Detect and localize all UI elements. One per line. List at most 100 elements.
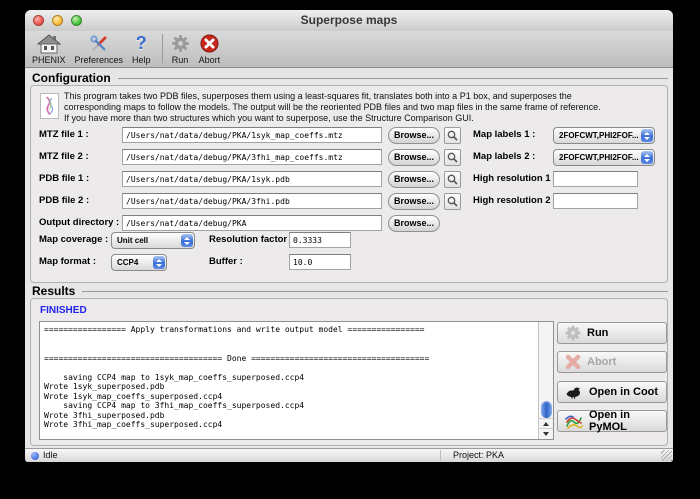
run-button-label: Run xyxy=(587,327,608,339)
statusbar: Idle Project: PKA xyxy=(25,448,673,462)
scrollbar-thumb[interactable] xyxy=(541,401,552,418)
pdb-file-2-row: PDB file 2 : Browse... High resolution 2… xyxy=(31,193,667,211)
configuration-divider xyxy=(118,78,668,79)
output-directory-label: Output directory : xyxy=(39,215,119,231)
toolbar-abort-button[interactable]: Abort xyxy=(199,33,221,65)
coot-bird-icon xyxy=(565,386,583,399)
open-in-coot-button[interactable]: Open in Coot xyxy=(557,381,667,403)
console-scrollbar[interactable] xyxy=(538,322,553,439)
run-gear-icon xyxy=(565,325,581,341)
project-label: Project: PKA xyxy=(453,450,504,460)
mtz-file-1-row: MTZ file 1 : Browse... Map labels 1 : 2F… xyxy=(31,127,667,145)
map-coverage-value: Unit cell xyxy=(117,236,148,245)
status-indicator-icon xyxy=(31,452,39,460)
map-labels-2-value: 2FOFCWT,PHI2FOF... xyxy=(559,153,639,162)
stepper-icon xyxy=(181,234,193,247)
output-directory-row: Output directory : Browse... xyxy=(31,215,667,233)
map-labels-1-select[interactable]: 2FOFCWT,PHI2FOF... xyxy=(553,127,655,144)
output-directory-browse-button[interactable]: Browse... xyxy=(388,215,440,232)
results-panel: FINISHED ================= Apply transfo… xyxy=(30,298,668,446)
mtz-file-1-browse-button[interactable]: Browse... xyxy=(388,127,440,144)
console-output[interactable]: ================= Apply transformations … xyxy=(39,321,554,440)
toolbar-run-label: Run xyxy=(172,55,189,65)
map-coverage-row: Map coverage : Unit cell Resolution fact… xyxy=(31,232,667,250)
minimize-button[interactable] xyxy=(52,15,63,26)
map-labels-1-value: 2FOFCWT,PHI2FOF... xyxy=(559,131,639,140)
resize-grip[interactable] xyxy=(661,450,672,461)
high-resolution-2-label: High resolution 2 : xyxy=(473,193,556,209)
results-divider xyxy=(82,291,668,292)
mtz-file-2-inspect-button[interactable] xyxy=(444,149,461,166)
statusbar-divider xyxy=(440,450,441,461)
map-labels-2-select[interactable]: 2FOFCWT,PHI2FOF... xyxy=(553,149,655,166)
mtz-file-1-inspect-button[interactable] xyxy=(444,127,461,144)
main-content: Configuration This program takes two PDB… xyxy=(25,68,673,448)
mtz-file-2-label: MTZ file 2 : xyxy=(39,149,89,165)
toolbar-preferences-button[interactable]: Preferences xyxy=(75,33,124,65)
pdb-file-1-row: PDB file 1 : Browse... High resolution 1… xyxy=(31,171,667,189)
toolbar-run-button[interactable]: Run xyxy=(171,33,190,65)
toolbar-separator xyxy=(162,34,163,63)
toolbar: PHENIX Preferences ? Help xyxy=(25,31,673,68)
high-resolution-1-label: High resolution 1 : xyxy=(473,171,556,187)
high-resolution-2-input[interactable] xyxy=(553,193,638,209)
pdb-file-1-browse-button[interactable]: Browse... xyxy=(388,171,440,188)
map-labels-2-label: Map labels 2 : xyxy=(473,149,535,165)
output-directory-input[interactable] xyxy=(122,215,382,231)
open-in-pymol-label: Open in PyMOL xyxy=(589,409,666,433)
pdb-file-1-input[interactable] xyxy=(122,171,382,187)
close-button[interactable] xyxy=(33,15,44,26)
open-in-coot-label: Open in Coot xyxy=(589,386,658,398)
pdb-file-2-input[interactable] xyxy=(122,193,382,209)
window-title: Superpose maps xyxy=(25,10,673,31)
toolbar-phenix-button[interactable]: PHENIX xyxy=(32,33,66,65)
high-resolution-1-input[interactable] xyxy=(553,171,638,187)
buffer-label: Buffer : xyxy=(209,254,243,270)
superpose-maps-window: Superpose maps PHENIX xyxy=(25,10,673,462)
description-line-3: If you have more than two structures whi… xyxy=(64,113,474,123)
results-title: Results xyxy=(32,284,75,298)
magnifier-icon xyxy=(447,174,458,185)
map-format-label: Map format : xyxy=(39,254,96,270)
status-state: Idle xyxy=(43,450,58,460)
arrow-up-icon xyxy=(543,422,549,426)
toolbar-abort-label: Abort xyxy=(199,55,221,65)
help-question-icon: ? xyxy=(136,33,147,54)
desktop: { "window": { "title": "Superpose maps" … xyxy=(0,0,700,499)
pdb-file-1-inspect-button[interactable] xyxy=(444,171,461,188)
pdb-file-2-label: PDB file 2 : xyxy=(39,193,89,209)
configuration-panel: This program takes two PDB files, superp… xyxy=(30,85,668,283)
mtz-file-1-input[interactable] xyxy=(122,127,382,143)
configuration-title: Configuration xyxy=(32,71,111,85)
abort-button-label: Abort xyxy=(587,356,616,368)
results-heading: Results xyxy=(32,284,668,298)
toolbar-phenix-label: PHENIX xyxy=(32,55,66,65)
toolbar-help-button[interactable]: ? Help xyxy=(132,33,151,65)
open-in-pymol-button[interactable]: Open in PyMOL xyxy=(557,410,667,432)
mtz-file-2-input[interactable] xyxy=(122,149,382,165)
map-format-value: CCP4 xyxy=(117,258,138,267)
pdb-file-2-browse-button[interactable]: Browse... xyxy=(388,193,440,210)
pymol-ribbon-icon xyxy=(565,414,583,429)
abort-button[interactable]: Abort xyxy=(557,351,667,373)
description-line-1: This program takes two PDB files, superp… xyxy=(64,91,572,101)
status-badge: FINISHED xyxy=(40,305,87,316)
magnifier-icon xyxy=(447,152,458,163)
mtz-file-2-browse-button[interactable]: Browse... xyxy=(388,149,440,166)
mtz-file-1-label: MTZ file 1 : xyxy=(39,127,89,143)
run-button[interactable]: Run xyxy=(557,322,667,344)
run-gear-icon xyxy=(171,33,190,54)
map-format-row: Map format : CCP4 Buffer : xyxy=(31,254,667,272)
titlebar[interactable]: Superpose maps xyxy=(25,10,673,32)
map-coverage-label: Map coverage : xyxy=(39,232,108,248)
preferences-tools-icon xyxy=(88,33,110,54)
zoom-button[interactable] xyxy=(71,15,82,26)
resolution-factor-input[interactable] xyxy=(289,232,351,248)
pdb-file-1-label: PDB file 1 : xyxy=(39,171,89,187)
stepper-icon xyxy=(641,129,653,142)
scroll-down-button[interactable] xyxy=(539,428,553,439)
pdb-file-2-inspect-button[interactable] xyxy=(444,193,461,210)
map-coverage-select[interactable]: Unit cell xyxy=(111,232,195,249)
map-format-select[interactable]: CCP4 xyxy=(111,254,167,271)
buffer-input[interactable] xyxy=(289,254,351,270)
